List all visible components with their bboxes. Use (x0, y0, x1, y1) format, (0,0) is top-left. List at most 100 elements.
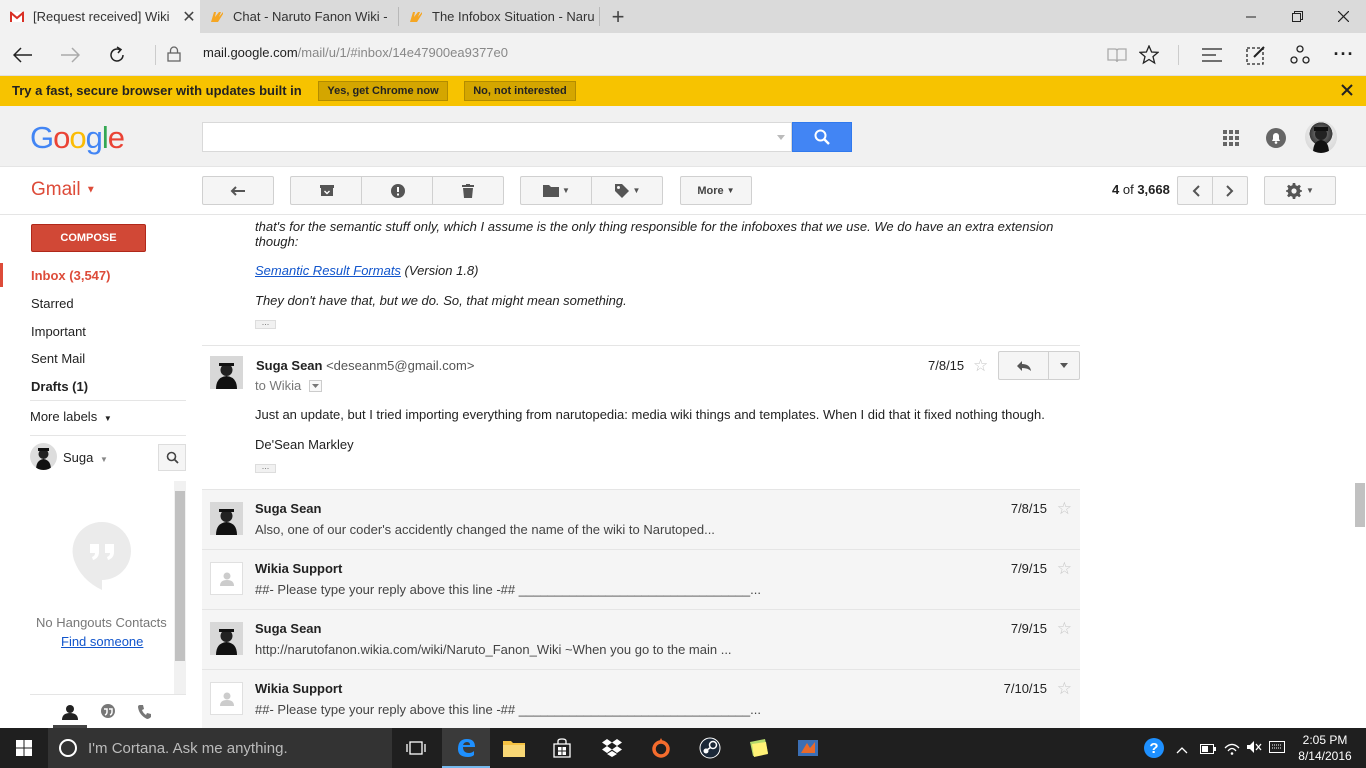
version-text: (Version 1.8) (400, 263, 479, 278)
star-icon[interactable]: ☆ (973, 356, 988, 376)
scrollbar-thumb[interactable] (1355, 483, 1365, 527)
gmail-menu[interactable]: Gmail ▼ (31, 179, 96, 201)
refresh-button[interactable] (94, 33, 140, 76)
show-hidden-icons[interactable] (1176, 742, 1188, 757)
search-button[interactable] (792, 122, 852, 152)
sidebar-item-drafts[interactable]: Drafts (1) (31, 379, 88, 394)
cortana-search-box[interactable]: I'm Cortana. Ask me anything. (48, 728, 392, 768)
newer-button[interactable] (1177, 176, 1213, 205)
apps-grid-icon[interactable] (1223, 130, 1239, 149)
forward-button[interactable] (47, 33, 93, 76)
back-to-inbox-button[interactable] (202, 176, 274, 205)
steam-icon[interactable] (686, 728, 734, 768)
reply-options-button[interactable] (1048, 351, 1080, 380)
show-trimmed-content-button[interactable]: ... (255, 318, 276, 329)
book-icon (1107, 47, 1127, 62)
hangouts-search-button[interactable] (158, 444, 186, 471)
collapsed-message[interactable]: Wikia Support ##- Please type your reply… (202, 669, 1080, 729)
back-arrow-icon (230, 185, 245, 196)
battery-icon[interactable] (1200, 742, 1216, 757)
hangouts-scrollbar[interactable] (174, 481, 186, 694)
collapsed-message[interactable]: Wikia Support ##- Please type your reply… (202, 549, 1080, 609)
origin-icon[interactable] (637, 728, 685, 768)
clock[interactable]: 2:05 PM 8/14/2016 (1296, 732, 1354, 764)
dropdown-arrow-icon (312, 384, 319, 388)
web-note-button[interactable] (1233, 33, 1279, 76)
tab-infobox[interactable]: The Infobox Situation - Naru (399, 0, 599, 33)
scrollbar-thumb[interactable] (175, 491, 185, 661)
help-icon[interactable]: ? (1130, 728, 1178, 768)
phone-tab-icon[interactable] (137, 704, 153, 723)
start-button[interactable] (0, 728, 48, 768)
yes-get-chrome-button[interactable]: Yes, get Chrome now (318, 81, 448, 101)
tab-gmail[interactable]: [Request received] Wiki ✕ (0, 0, 200, 33)
older-button[interactable] (1212, 176, 1248, 205)
reply-button[interactable] (998, 351, 1049, 380)
more-button[interactable]: More ▼ (680, 176, 752, 205)
default-avatar-icon (210, 682, 243, 715)
minimize-icon (1246, 16, 1256, 17)
search-input[interactable] (202, 122, 792, 152)
file-explorer-icon[interactable] (490, 728, 538, 768)
not-interested-button[interactable]: No, not interested (464, 81, 576, 101)
collapsed-message[interactable]: Suga Sean http://narutofanon.wikia.com/w… (202, 609, 1080, 669)
search-options-icon[interactable] (777, 135, 785, 140)
app-icon[interactable] (784, 728, 832, 768)
new-tab-button[interactable]: + (595, 0, 641, 33)
star-icon[interactable]: ☆ (1057, 619, 1072, 639)
url-field[interactable]: mail.google.com/mail/u/1/#inbox/14e47900… (203, 45, 508, 60)
hangouts-avatar[interactable] (30, 443, 57, 470)
archive-button[interactable] (290, 176, 362, 205)
message-date: 7/10/15 (1003, 681, 1047, 696)
message-date: 7/8/15 (1010, 501, 1047, 516)
sticky-notes-icon[interactable] (735, 728, 783, 768)
find-someone-link[interactable]: Find someone (61, 634, 143, 649)
sidebar-item-sent[interactable]: Sent Mail (31, 351, 85, 366)
star-icon[interactable]: ☆ (1057, 559, 1072, 579)
semantic-result-formats-link[interactable]: Semantic Result Formats (255, 263, 401, 278)
compose-button[interactable]: COMPOSE (31, 224, 146, 252)
close-tab-icon[interactable]: ✕ (178, 7, 200, 27)
close-promo-icon[interactable] (1340, 83, 1354, 100)
edge-icon[interactable] (442, 728, 490, 768)
no-hangouts-contacts: No Hangouts Contacts (36, 615, 167, 630)
notifications-icon[interactable] (1266, 128, 1286, 151)
chevron-left-icon (1192, 184, 1200, 197)
contacts-tab-icon[interactable] (62, 704, 78, 723)
tab-title: Chat - Naruto Fanon Wiki - (233, 9, 388, 24)
star-icon[interactable]: ☆ (1057, 679, 1072, 699)
minimize-button[interactable] (1228, 0, 1274, 33)
hangouts-user-menu[interactable]: Suga ▼ (63, 450, 108, 465)
restore-button[interactable] (1274, 0, 1320, 33)
page-scrollbar[interactable] (1354, 215, 1366, 728)
settings-button[interactable]: ▼ (1264, 176, 1336, 205)
tab-chat[interactable]: Chat - Naruto Fanon Wiki - (200, 0, 398, 33)
show-details-button[interactable] (309, 380, 322, 392)
task-view-icon[interactable] (392, 728, 440, 768)
more-actions-button[interactable]: ··· (1321, 33, 1366, 76)
volume-muted-icon[interactable] (1246, 740, 1262, 757)
collapsed-message[interactable]: Suga Sean Also, one of our coder's accid… (202, 489, 1080, 549)
delete-button[interactable] (432, 176, 504, 205)
hub-button[interactable] (1189, 33, 1235, 76)
move-to-button[interactable]: ▼ (520, 176, 592, 205)
labels-button[interactable]: ▼ (591, 176, 663, 205)
star-icon[interactable]: ☆ (1057, 499, 1072, 519)
share-button[interactable] (1277, 33, 1323, 76)
show-trimmed-content-button[interactable]: ... (255, 462, 276, 473)
report-spam-button[interactable] (361, 176, 433, 205)
keyboard-icon[interactable] (1269, 741, 1285, 756)
close-window-button[interactable] (1320, 0, 1366, 33)
dropbox-icon[interactable] (588, 728, 636, 768)
account-avatar[interactable] (1305, 121, 1337, 153)
sidebar-item-important[interactable]: Important (31, 324, 86, 339)
wifi-icon[interactable] (1224, 739, 1240, 758)
google-logo[interactable]: Google (30, 120, 125, 156)
more-labels-button[interactable]: More labels ▼ (30, 409, 112, 424)
back-button[interactable] (0, 33, 46, 76)
sidebar-item-starred[interactable]: Starred (31, 296, 74, 311)
sidebar-item-inbox[interactable]: Inbox (3,547) (31, 268, 110, 283)
store-icon[interactable] (538, 728, 586, 768)
favorite-button[interactable] (1126, 33, 1172, 76)
hangouts-tab-icon[interactable] (100, 704, 116, 723)
